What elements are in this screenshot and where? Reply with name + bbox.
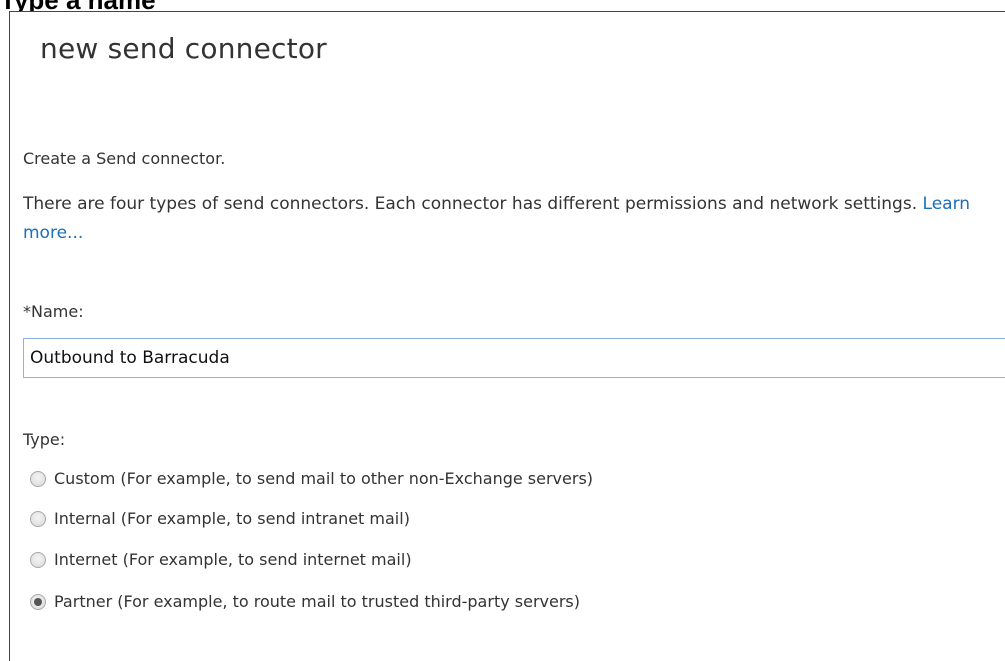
type-option-internal[interactable]: Internal (For example, to send intranet … [30, 509, 410, 528]
type-option-label: Internet (For example, to send internet … [54, 550, 412, 569]
type-option-internet[interactable]: Internet (For example, to send internet … [30, 550, 412, 569]
radio-button-icon[interactable] [30, 510, 46, 527]
radio-button-icon[interactable] [30, 551, 46, 568]
type-option-label: Partner (For example, to route mail to t… [54, 592, 580, 611]
intro-text: Create a Send connector. [23, 149, 226, 168]
type-option-partner[interactable]: Partner (For example, to route mail to t… [30, 592, 580, 611]
name-input[interactable] [23, 338, 1005, 378]
type-option-custom[interactable]: Custom (For example, to send mail to oth… [30, 469, 593, 488]
radio-button-icon[interactable] [30, 470, 46, 487]
description-body: There are four types of send connectors.… [23, 194, 918, 214]
dialog-title: new send connector [40, 32, 327, 65]
new-send-connector-dialog: new send connector Create a Send connect… [9, 11, 1005, 661]
radio-button-icon[interactable] [30, 593, 46, 610]
name-label: *Name: [23, 302, 84, 321]
description-text: There are four types of send connectors.… [23, 190, 983, 248]
type-option-label: Custom (For example, to send mail to oth… [54, 469, 594, 488]
type-option-label: Internal (For example, to send intranet … [54, 509, 410, 528]
type-label: Type: [23, 430, 66, 449]
